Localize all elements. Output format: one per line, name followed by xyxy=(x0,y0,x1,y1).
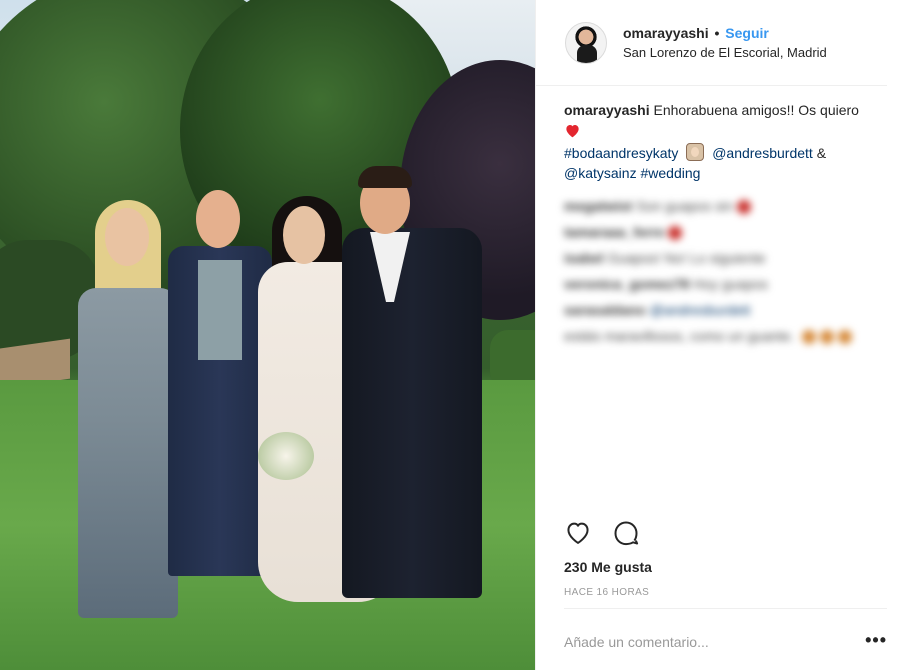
ampersand: & xyxy=(816,145,827,161)
comment-username[interactable]: isabel xyxy=(564,250,604,266)
caption: omarayyashi Enhorabuena amigos!! Os quie… xyxy=(564,100,890,183)
post-sidebar: omarayyashi • Seguir San Lorenzo de El E… xyxy=(535,0,913,670)
comment-text: Son guapos sin xyxy=(636,198,733,214)
emoji-icon xyxy=(820,330,835,345)
comment-username[interactable]: megatwist xyxy=(564,198,632,214)
post-photo[interactable] xyxy=(0,0,535,670)
heart-outline-icon[interactable] xyxy=(564,519,592,547)
suit xyxy=(342,228,482,598)
comment-row: veronica_gomez78 Hoy guapos xyxy=(564,271,887,297)
emoji-icon xyxy=(838,330,853,345)
hair xyxy=(358,166,412,188)
bride-with-veil-icon xyxy=(686,143,705,161)
comment-text: estáis maravillosos, como un guante. xyxy=(564,328,795,344)
comment-text: Hoy guapos xyxy=(693,276,768,292)
follow-button[interactable]: Seguir xyxy=(725,25,769,41)
comment-row: estáis maravillosos, como un guante. xyxy=(564,323,887,349)
location-link[interactable]: San Lorenzo de El Escorial, Madrid xyxy=(623,45,827,60)
comment-username[interactable]: veronica_gomez78 xyxy=(564,276,689,292)
mention-link[interactable]: @katysainz xyxy=(564,165,637,181)
bouquet xyxy=(258,432,314,480)
add-comment-bar: ••• xyxy=(564,608,887,670)
comment-row: megatwist Son guapos sin xyxy=(564,193,887,219)
likes-count[interactable]: 230 Me gusta xyxy=(564,559,652,575)
comment-mention[interactable]: @andresburdett xyxy=(650,302,751,318)
instagram-post: omarayyashi • Seguir San Lorenzo de El E… xyxy=(0,0,913,670)
hashtag-link[interactable]: #wedding xyxy=(640,165,700,181)
comment-input[interactable] xyxy=(564,629,866,650)
comment-row: sarasaldano @andresburdett xyxy=(564,297,887,323)
hashtag-link[interactable]: #bodaandresykaty xyxy=(564,145,678,161)
dress xyxy=(78,288,178,618)
post-header: omarayyashi • Seguir San Lorenzo de El E… xyxy=(536,0,887,86)
comment-text: Guapos! No! Lo siguiente xyxy=(607,250,766,266)
separator-dot: • xyxy=(714,25,720,41)
action-bar xyxy=(564,519,640,547)
comment-username[interactable]: sarasaldano xyxy=(564,302,646,318)
heart-icon xyxy=(668,226,683,241)
emoji-icon xyxy=(802,330,817,345)
head xyxy=(105,208,149,266)
comment-row: tamaraaa_ferre xyxy=(564,219,887,245)
caption-username[interactable]: omarayyashi xyxy=(564,102,650,118)
red-heart-icon xyxy=(564,123,581,138)
caption-text: Enhorabuena amigos!! Os quiero xyxy=(653,102,859,118)
blurred-comments: megatwist Son guapos sin tamaraaa_ferre … xyxy=(564,193,887,349)
more-options-icon[interactable]: ••• xyxy=(865,628,887,651)
heart-icon xyxy=(736,200,751,215)
username-link[interactable]: omarayyashi xyxy=(623,25,709,41)
avatar[interactable] xyxy=(565,21,607,64)
comment-bubble-icon[interactable] xyxy=(612,519,640,547)
head xyxy=(196,190,240,248)
comment-username[interactable]: tamaraaa_ferre xyxy=(564,224,664,240)
vest xyxy=(198,260,242,360)
comment-row: isabel Guapos! No! Lo siguiente xyxy=(564,245,887,271)
header-line: omarayyashi • Seguir xyxy=(623,25,827,41)
comments-list: omarayyashi Enhorabuena amigos!! Os quie… xyxy=(536,86,913,349)
timestamp[interactable]: HACE 16 HORAS xyxy=(564,587,649,598)
header-text: omarayyashi • Seguir San Lorenzo de El E… xyxy=(623,25,827,60)
head xyxy=(283,206,325,264)
mention-link[interactable]: @andresburdett xyxy=(712,145,813,161)
